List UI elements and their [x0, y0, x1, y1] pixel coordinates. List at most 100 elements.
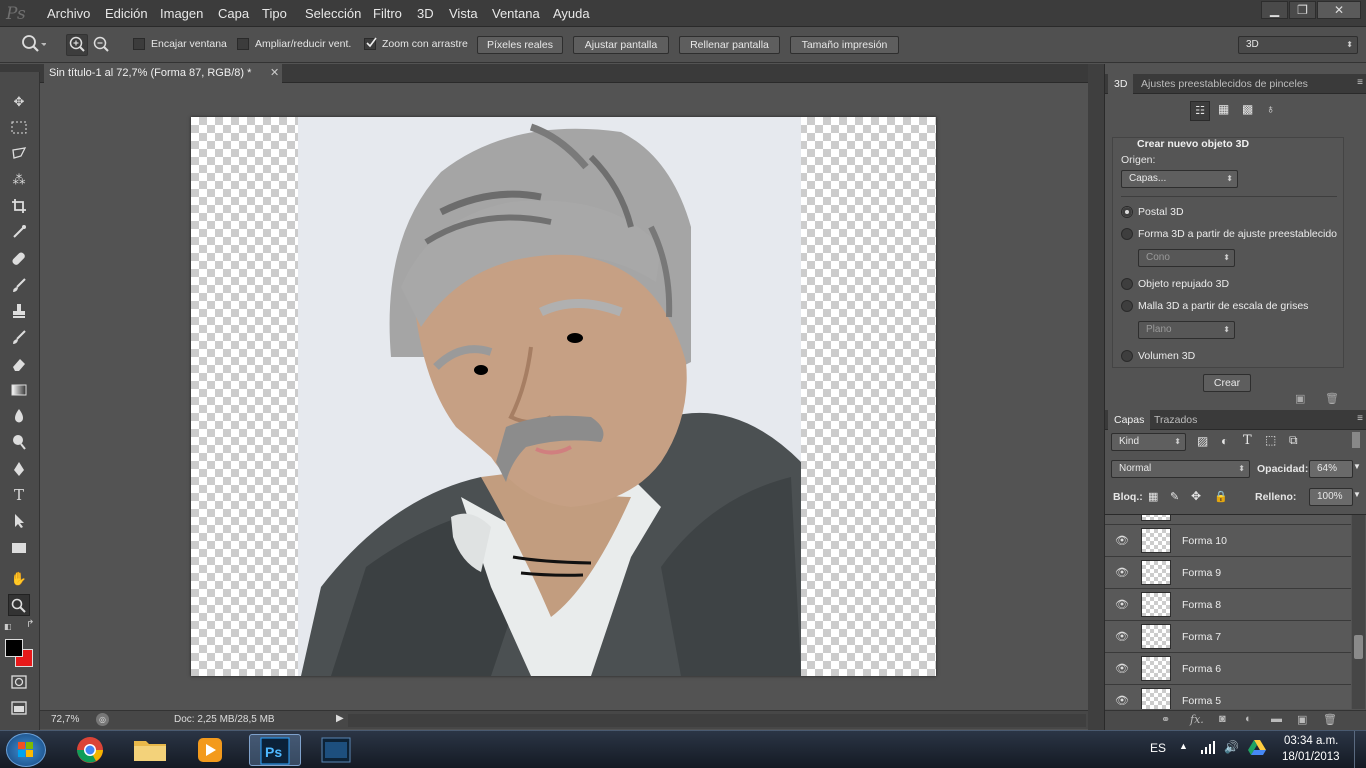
menu-vista[interactable]: Vista	[449, 6, 478, 21]
horizontal-scrollbar[interactable]	[348, 714, 1086, 727]
clock-time[interactable]: 03:34 a.m.	[1284, 735, 1338, 747]
layer-row[interactable]: 👁 Forma 5	[1105, 685, 1351, 709]
screen-mode-icon[interactable]	[8, 697, 30, 719]
zoom-in-button[interactable]	[66, 34, 88, 56]
blur-tool-icon[interactable]	[8, 405, 30, 427]
new-3d-item-icon[interactable]: ▣	[1295, 392, 1305, 405]
eyedropper-tool-icon[interactable]	[8, 221, 30, 243]
actual-pixels-button[interactable]: Píxeles reales	[477, 36, 563, 54]
lock-transparent-icon[interactable]: ▦	[1148, 490, 1158, 503]
swap-colors-icon[interactable]: ↱	[26, 619, 34, 630]
source-select[interactable]: Capas... ⬍	[1121, 170, 1238, 188]
preset-shape-select[interactable]: Cono ⬍	[1138, 249, 1235, 267]
filter-toggle-icon[interactable]	[1352, 432, 1360, 448]
scene-filter-icon[interactable]: ☷	[1190, 101, 1210, 121]
blend-mode-select[interactable]: Normal ⬍	[1111, 460, 1250, 478]
visibility-eye-icon[interactable]: 👁	[1115, 566, 1129, 579]
pen-tool-icon[interactable]	[8, 458, 30, 480]
tab-3d[interactable]: 3D	[1108, 74, 1134, 94]
hand-tool-icon[interactable]: ✋	[8, 568, 30, 590]
visibility-eye-icon[interactable]: 👁	[1115, 694, 1129, 707]
menu-imagen[interactable]: Imagen	[160, 6, 203, 21]
close-tab-icon[interactable]: ✕	[270, 64, 279, 83]
foreground-color-swatch[interactable]	[5, 639, 23, 657]
lock-all-icon[interactable]: 🔒	[1214, 490, 1228, 503]
close-window-button[interactable]: ✕	[1317, 1, 1361, 19]
vertical-scrollbar[interactable]	[1088, 64, 1104, 730]
tools-panel-header[interactable]	[0, 64, 40, 72]
opacity-dropdown-icon[interactable]: ▼	[1353, 462, 1361, 471]
fit-screen-button[interactable]: Ajustar pantalla	[573, 36, 669, 54]
volume-icon[interactable]: 🔊	[1224, 740, 1239, 754]
type-tool-icon[interactable]: T	[8, 484, 30, 506]
zoom-tool-icon[interactable]	[20, 34, 47, 57]
menu-seleccion[interactable]: Selección	[305, 6, 361, 21]
tab-paths[interactable]: Trazados	[1148, 410, 1203, 430]
menu-ayuda[interactable]: Ayuda	[553, 6, 590, 21]
menu-archivo[interactable]: Archivo	[47, 6, 90, 21]
status-info-icon[interactable]: ◎	[96, 713, 109, 726]
visibility-eye-icon[interactable]: 👁	[1115, 534, 1129, 547]
delete-layer-icon[interactable]: 🗑	[1323, 713, 1337, 726]
tab-layers[interactable]: Capas	[1108, 410, 1151, 430]
show-desktop-button[interactable]	[1354, 731, 1366, 768]
new-group-icon[interactable]: ▬	[1271, 713, 1282, 725]
create-3d-button[interactable]: Crear	[1203, 374, 1251, 392]
opacity-input[interactable]: 64%	[1309, 460, 1353, 478]
status-menu-arrow-icon[interactable]: ▶	[336, 713, 344, 724]
google-drive-icon[interactable]	[1248, 739, 1266, 758]
zoom-tool-icon[interactable]	[8, 594, 30, 616]
layer-row[interactable]: 👁 Forma 10	[1105, 525, 1351, 557]
material-filter-icon[interactable]: ▩	[1242, 102, 1253, 116]
menu-filtro[interactable]: Filtro	[373, 6, 402, 21]
layer-filter-select[interactable]: Kind ⬍	[1111, 433, 1186, 451]
taskbar-chrome[interactable]	[64, 734, 116, 766]
layer-row[interactable]: 👁 Forma 9	[1105, 557, 1351, 589]
menu-3d[interactable]: 3D	[417, 6, 434, 21]
extrusion-radio[interactable]	[1121, 278, 1133, 290]
path-selection-tool-icon[interactable]	[8, 510, 30, 532]
grayscale-mesh-radio[interactable]	[1121, 300, 1133, 312]
taskbar-photoshop[interactable]: Ps	[249, 734, 301, 766]
preset-shape-radio[interactable]	[1121, 228, 1133, 240]
clock-date[interactable]: 18/01/2013	[1282, 751, 1340, 763]
type-filter-icon[interactable]: T	[1243, 433, 1252, 448]
history-brush-tool-icon[interactable]	[8, 326, 30, 348]
minimize-button[interactable]: ▁	[1261, 1, 1288, 19]
restore-button[interactable]: ❐	[1289, 1, 1316, 19]
quick-mask-icon[interactable]	[8, 671, 30, 693]
visibility-eye-icon[interactable]: 👁	[1115, 598, 1129, 611]
layer-row[interactable]: 👁 Forma 6	[1105, 653, 1351, 685]
portrait-artwork[interactable]	[191, 117, 936, 676]
gradient-tool-icon[interactable]	[8, 379, 30, 401]
light-filter-icon[interactable]: ♁	[1266, 102, 1275, 116]
zoom-out-button[interactable]	[90, 34, 112, 56]
tab-brush-presets[interactable]: Ajustes preestablecidos de pinceles	[1135, 74, 1314, 94]
magic-wand-tool-icon[interactable]: ⁂	[8, 169, 30, 191]
smartobject-filter-icon[interactable]: ⧉	[1289, 433, 1298, 448]
volume-radio[interactable]	[1121, 350, 1133, 362]
eraser-tool-icon[interactable]	[8, 353, 30, 375]
layer-row[interactable]	[1105, 515, 1351, 525]
brush-tool-icon[interactable]	[8, 274, 30, 296]
mesh-filter-icon[interactable]: ▦	[1218, 102, 1229, 116]
add-mask-icon[interactable]: ◙	[1219, 713, 1226, 725]
layer-row[interactable]: 👁 Forma 7	[1105, 621, 1351, 653]
layers-scrollbar[interactable]	[1352, 515, 1365, 709]
crop-tool-icon[interactable]	[8, 195, 30, 217]
adjustment-filter-icon[interactable]: ◐	[1221, 434, 1228, 448]
fill-dropdown-icon[interactable]: ▼	[1353, 490, 1361, 499]
visibility-eye-icon[interactable]: 👁	[1115, 662, 1129, 675]
link-layers-icon[interactable]: ⚭	[1161, 713, 1170, 726]
fit-window-checkbox[interactable]	[133, 38, 145, 50]
rectangle-tool-icon[interactable]	[8, 537, 30, 559]
lasso-tool-icon[interactable]	[8, 143, 30, 165]
menu-capa[interactable]: Capa	[218, 6, 249, 21]
postcard-radio[interactable]	[1121, 206, 1133, 218]
pixel-filter-icon[interactable]: ▨	[1197, 434, 1208, 448]
menu-edicion[interactable]: Edición	[105, 6, 148, 21]
default-colors-icon[interactable]: ◧	[4, 622, 14, 632]
menu-tipo[interactable]: Tipo	[262, 6, 287, 21]
fill-input[interactable]: 100%	[1309, 488, 1353, 506]
stamp-tool-icon[interactable]	[8, 300, 30, 322]
